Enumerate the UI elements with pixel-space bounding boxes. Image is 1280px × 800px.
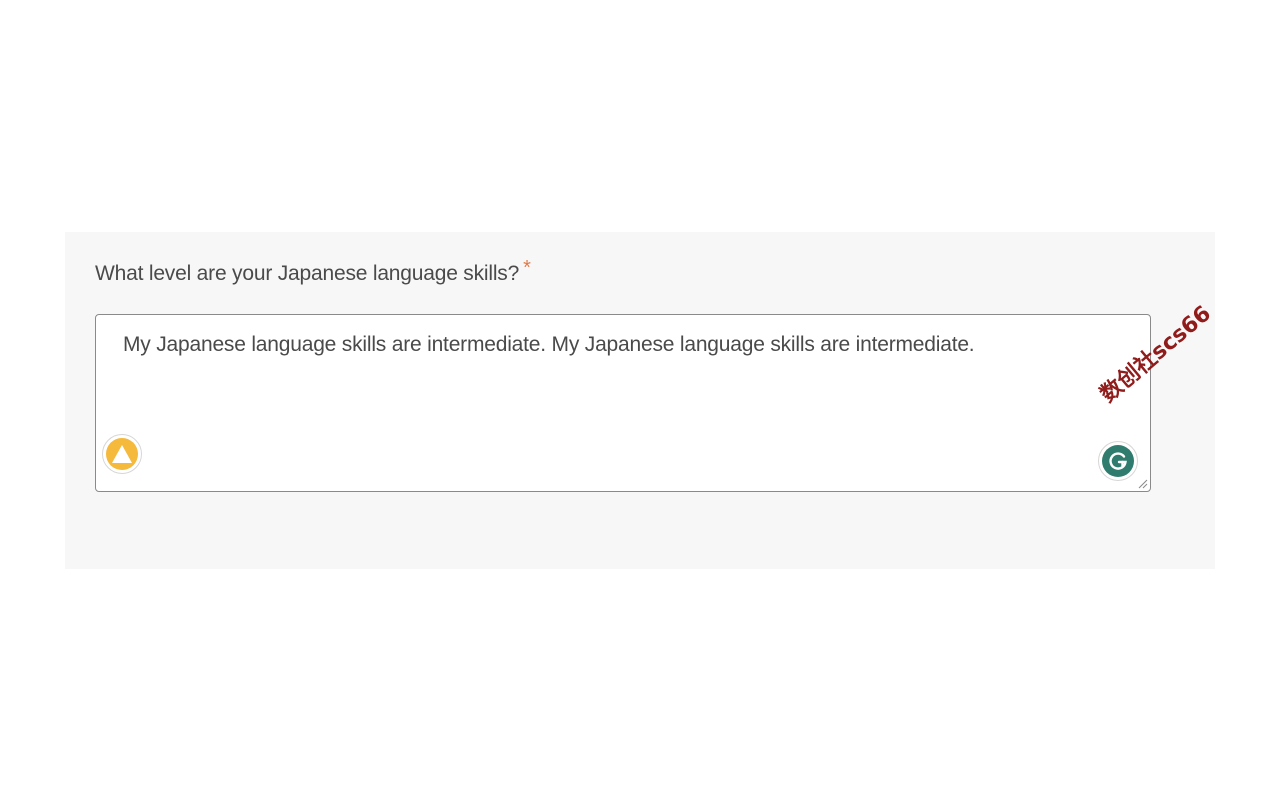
grammarly-icon-inner <box>1102 445 1134 477</box>
question-card: What level are your Japanese language sk… <box>65 232 1215 569</box>
question-label: What level are your Japanese language sk… <box>95 257 531 286</box>
question-text: What level are your Japanese language sk… <box>95 262 520 285</box>
triangle-glyph <box>112 445 132 463</box>
triangle-logo-icon[interactable] <box>102 434 142 474</box>
grammarly-icon[interactable] <box>1098 441 1138 481</box>
answer-textarea[interactable]: My Japanese language skills are intermed… <box>95 314 1151 492</box>
required-marker: * <box>523 257 531 279</box>
answer-text: My Japanese language skills are intermed… <box>123 333 975 356</box>
page: What level are your Japanese language sk… <box>0 0 1280 800</box>
resize-handle[interactable] <box>1136 477 1148 489</box>
triangle-logo-icon-inner <box>106 438 138 470</box>
grammarly-glyph <box>1109 452 1127 470</box>
